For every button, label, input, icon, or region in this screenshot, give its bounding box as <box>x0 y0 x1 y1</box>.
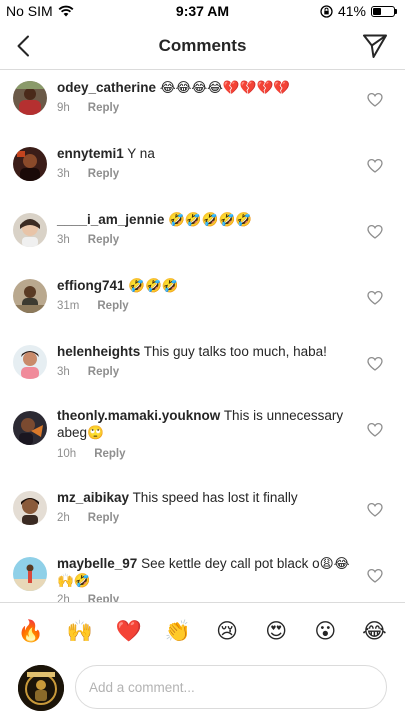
reply-button[interactable]: Reply <box>94 448 125 460</box>
comment-time: 2h <box>57 512 70 524</box>
reaction-fire-button[interactable]: 🔥 <box>13 621 49 642</box>
reaction-surprised-button[interactable]: 😮 <box>307 621 343 642</box>
comment-username[interactable]: mz_aibikay <box>57 490 129 505</box>
heart-outline-icon[interactable] <box>367 290 383 306</box>
comment-item: mz_aibikay This speed has lost it finall… <box>0 483 405 549</box>
heart-outline-icon[interactable] <box>367 158 383 174</box>
heart-outline-icon[interactable] <box>367 568 383 584</box>
heart-outline-icon[interactable] <box>367 92 383 108</box>
comment-item: odey_catherine 😂😂😂😂💔💔💔💔 9h Reply <box>0 71 405 137</box>
reaction-raised-hands-button[interactable]: 🙌 <box>62 621 98 642</box>
comment-item: theonly.mamaki.youknow This is unnecessa… <box>0 401 405 483</box>
comment-time: 10h <box>57 448 77 460</box>
header: Comments <box>0 22 405 70</box>
comment-text: This speed has lost it finally <box>132 490 298 505</box>
reaction-laughing-button[interactable]: 😂 <box>356 621 392 642</box>
comment-time: 2h <box>57 594 70 602</box>
avatar[interactable] <box>13 557 47 591</box>
back-button[interactable] <box>10 31 36 61</box>
reply-button[interactable]: Reply <box>88 234 119 246</box>
reply-button[interactable]: Reply <box>88 168 119 180</box>
comment-text: 🤣🤣🤣 <box>128 278 179 293</box>
comment-item: ennytemi1 Y na 3h Reply <box>0 137 405 203</box>
comment-username[interactable]: odey_catherine <box>57 80 156 95</box>
avatar[interactable] <box>13 81 47 115</box>
comment-text: 🤣🤣🤣🤣🤣 <box>168 212 253 227</box>
paper-plane-icon <box>363 34 387 58</box>
quick-reactions-bar: 🔥 🙌 ❤️ 👏 😢 😍 😮 😂 <box>0 602 405 660</box>
comment-username[interactable]: theonly.mamaki.youknow <box>57 408 220 423</box>
reaction-heart-eyes-button[interactable]: 😍 <box>258 621 294 642</box>
add-comment-input[interactable] <box>75 665 387 709</box>
share-button[interactable] <box>361 32 389 60</box>
reply-button[interactable]: Reply <box>88 594 119 602</box>
comment-time: 9h <box>57 102 70 114</box>
comment-time: 3h <box>57 168 70 180</box>
reply-button[interactable]: Reply <box>88 102 119 114</box>
heart-outline-icon[interactable] <box>367 356 383 372</box>
comment-item: ____i_am_jennie 🤣🤣🤣🤣🤣 3h Reply <box>0 203 405 269</box>
heart-outline-icon[interactable] <box>367 422 383 438</box>
comment-time: 3h <box>57 234 70 246</box>
comment-time: 31m <box>57 300 80 312</box>
comment-item: helenheights This guy talks too much, ha… <box>0 335 405 401</box>
comment-username[interactable]: maybelle_97 <box>57 556 137 571</box>
comment-username[interactable]: effiong741 <box>57 278 125 293</box>
avatar[interactable] <box>13 279 47 313</box>
page-title: Comments <box>158 36 247 55</box>
comment-text: Y na <box>127 146 155 161</box>
orientation-lock-icon <box>320 4 333 18</box>
comment-item: maybelle_97 See kettle dey call pot blac… <box>0 549 405 602</box>
reaction-heart-button[interactable]: ❤️ <box>111 621 147 642</box>
comment-time: 3h <box>57 366 70 378</box>
reaction-crying-button[interactable]: 😢 <box>209 621 245 642</box>
comments-list[interactable]: odey_catherine 😂😂😂😂💔💔💔💔 9h Reply ennytem… <box>0 71 405 602</box>
reaction-clap-button[interactable]: 👏 <box>160 621 196 642</box>
current-user-avatar <box>18 665 64 711</box>
avatar[interactable] <box>13 147 47 181</box>
comment-username[interactable]: ennytemi1 <box>57 146 124 161</box>
comment-username[interactable]: ____i_am_jennie <box>57 212 164 227</box>
battery-icon <box>371 5 397 17</box>
battery-fill <box>373 7 382 15</box>
comment-text: 😂😂😂😂💔💔💔💔 <box>159 80 291 95</box>
avatar[interactable] <box>13 345 47 379</box>
status-right: 41% <box>320 3 397 19</box>
comment-username[interactable]: helenheights <box>57 344 140 359</box>
status-bar: No SIM 9:37 AM 41% <box>0 0 405 22</box>
comment-text: This guy talks too much, haba! <box>143 344 327 359</box>
comment-item: effiong741 🤣🤣🤣 31m Reply <box>0 269 405 335</box>
reply-button[interactable]: Reply <box>88 366 119 378</box>
reply-button[interactable]: Reply <box>88 512 119 524</box>
chevron-left-icon <box>17 35 29 57</box>
heart-outline-icon[interactable] <box>367 224 383 240</box>
avatar[interactable] <box>13 411 47 445</box>
comment-composer <box>0 660 405 720</box>
avatar[interactable] <box>13 213 47 247</box>
heart-outline-icon[interactable] <box>367 502 383 518</box>
avatar[interactable] <box>13 491 47 525</box>
reply-button[interactable]: Reply <box>97 300 128 312</box>
battery-percent: 41% <box>337 3 366 19</box>
